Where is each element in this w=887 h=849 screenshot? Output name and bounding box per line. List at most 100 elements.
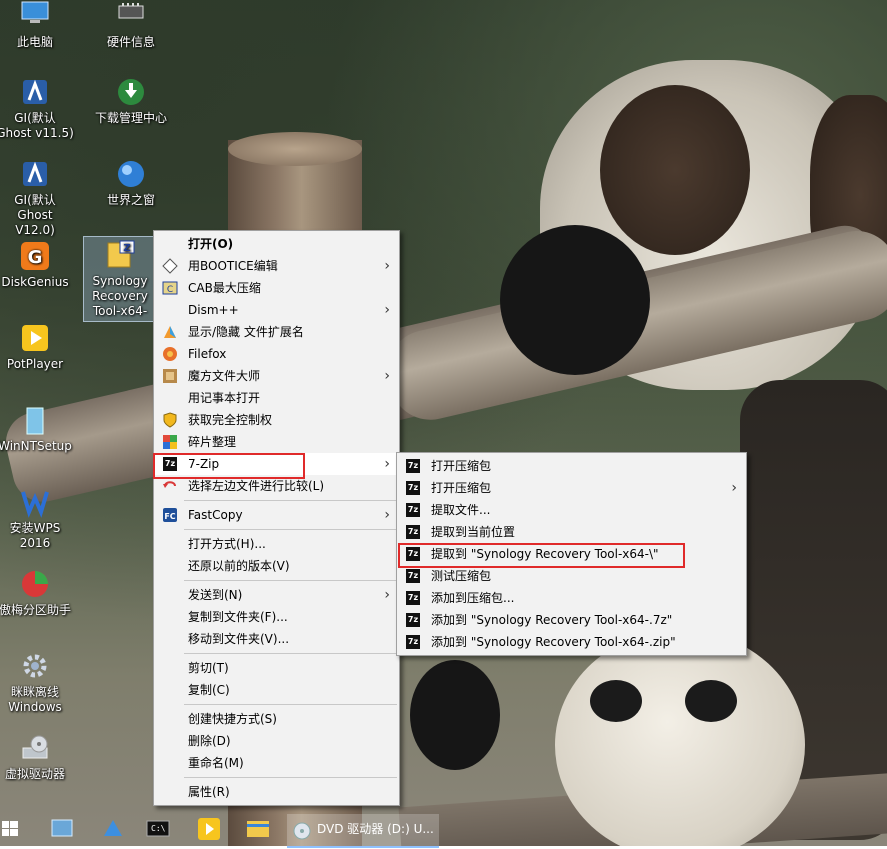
taskbar-explorer-button[interactable]: [245, 810, 271, 846]
menu-item-open[interactable]: 打开(O): [154, 233, 399, 255]
svg-text:G: G: [28, 247, 43, 268]
chevron-right-icon: ›: [384, 456, 390, 472]
chevron-right-icon: ›: [384, 368, 390, 384]
desktop-icon-this-pc[interactable]: 此电脑: [0, 0, 74, 50]
menu-item-7zip[interactable]: 7z 7-Zip ›: [154, 453, 399, 475]
mofang-icon: [162, 368, 178, 384]
shield-icon: [162, 412, 178, 428]
computer-icon: [19, 0, 51, 32]
menu-item-restore-versions[interactable]: 还原以前的版本(V): [154, 555, 399, 577]
start-button[interactable]: [0, 810, 24, 846]
menu-item-create-shortcut[interactable]: 创建快捷方式(S): [154, 708, 399, 730]
desktop-icon-offline-windows[interactable]: 眯眯离线 Windows: [0, 650, 74, 715]
extension-icon: [162, 324, 178, 340]
menu-item-bootice[interactable]: 用BOOTICE编辑 ›: [154, 255, 399, 277]
desktop-icon-winntsetup[interactable]: WinNTSetup: [0, 404, 74, 454]
7zip-icon: 7z: [405, 524, 421, 540]
desktop-icon-hardware-info[interactable]: 硬件信息: [92, 0, 170, 50]
taskbar: C:\ DVD 驱动器 (D:) U...: [0, 810, 887, 848]
submenu-item-open-archive-sub[interactable]: 7z 打开压缩包 ›: [397, 477, 746, 499]
menu-item-properties[interactable]: 属性(R): [154, 781, 399, 803]
menu-item-take-ownership[interactable]: 获取完全控制权: [154, 409, 399, 431]
cab-icon: C: [162, 280, 178, 296]
menu-separator: [184, 529, 397, 530]
desktop-icon-theworld-browser[interactable]: 世界之窗: [92, 158, 170, 208]
submenu-item-extract-to-folder[interactable]: 7z 提取到 "Synology Recovery Tool-x64-\": [397, 543, 746, 565]
start-icon: [2, 821, 18, 836]
7zip-icon: 7z: [405, 612, 421, 628]
desktop-icon-synology-archive[interactable]: Z Synology Recovery Tool-x64-: [83, 236, 157, 322]
submenu-item-extract-here[interactable]: 7z 提取到当前位置: [397, 521, 746, 543]
svg-text:C: C: [167, 285, 173, 295]
submenu-item-add-to-archive[interactable]: 7z 添加到压缩包...: [397, 587, 746, 609]
chevron-right-icon: ›: [384, 302, 390, 318]
chevron-right-icon: ›: [384, 258, 390, 274]
menu-item-open-with[interactable]: 打开方式(H)...: [154, 533, 399, 555]
7zip-icon: 7z: [405, 546, 421, 562]
winntsetup-icon: [19, 404, 51, 436]
menu-item-compare[interactable]: 选择左边文件进行比较(L): [154, 475, 399, 497]
menu-item-cut[interactable]: 剪切(T): [154, 657, 399, 679]
desktop-icon-potplayer[interactable]: PotPlayer: [0, 322, 74, 372]
partition-icon: [19, 568, 51, 600]
submenu-item-open-archive[interactable]: 7z 打开压缩包: [397, 455, 746, 477]
menu-item-cab-compress[interactable]: C CAB最大压缩: [154, 277, 399, 299]
desktop-icon-ghost-v11[interactable]: GI(默认 Ghost v11.5): [0, 76, 74, 141]
menu-item-send-to[interactable]: 发送到(N) ›: [154, 584, 399, 606]
7zip-icon: 7z: [405, 502, 421, 518]
context-menu: 打开(O) 用BOOTICE编辑 › C CAB最大压缩 Dism++ › 显示/隐…: [153, 230, 400, 806]
desktop-icon-wps[interactable]: 安装WPS 2016: [0, 486, 74, 551]
menu-item-dism[interactable]: Dism++ ›: [154, 299, 399, 321]
menu-item-copy-to-folder[interactable]: 复制到文件夹(F)...: [154, 606, 399, 628]
gear-icon: [19, 650, 51, 682]
cmd-icon: C:\: [146, 820, 170, 837]
virtual-drive-icon: [19, 732, 51, 764]
menu-item-fastcopy[interactable]: FC FastCopy ›: [154, 504, 399, 526]
desktop-icon-virtual-drive[interactable]: 虚拟驱动器: [0, 732, 74, 782]
taskbar-app-button[interactable]: [100, 810, 126, 846]
menu-separator: [184, 580, 397, 581]
potplayer-icon: [19, 322, 51, 354]
menu-item-filefox[interactable]: Filefox: [154, 343, 399, 365]
submenu-item-test-archive[interactable]: 7z 测试压缩包: [397, 565, 746, 587]
menu-item-rename[interactable]: 重命名(M): [154, 752, 399, 774]
fastcopy-icon: FC: [162, 507, 178, 523]
download-icon: [115, 76, 147, 108]
network-icon: [51, 819, 73, 837]
svg-text:C:\: C:\: [151, 824, 166, 833]
7zip-icon: 7z: [405, 568, 421, 584]
menu-item-defrag[interactable]: 碎片整理: [154, 431, 399, 453]
submenu-item-extract-files[interactable]: 7z 提取文件...: [397, 499, 746, 521]
taskbar-cmd-button[interactable]: C:\: [145, 810, 171, 846]
submenu-item-add-to-zip[interactable]: 7z 添加到 "Synology Recovery Tool-x64-.zip": [397, 631, 746, 653]
filefox-icon: [162, 346, 178, 362]
menu-separator: [184, 704, 397, 705]
menu-item-mofang[interactable]: 魔方文件大师 ›: [154, 365, 399, 387]
desktop-icon-download-center[interactable]: 下载管理中心: [92, 76, 170, 126]
7zip-icon: 7z: [405, 590, 421, 606]
menu-item-delete[interactable]: 删除(D): [154, 730, 399, 752]
menu-item-move-to-folder[interactable]: 移动到文件夹(V)...: [154, 628, 399, 650]
7zip-icon: 7z: [405, 480, 421, 496]
7zip-icon: 7z: [405, 634, 421, 650]
ghost-icon: [19, 158, 51, 190]
drive-icon: [293, 821, 311, 839]
defrag-icon: [162, 434, 178, 450]
submenu-item-add-to-7z[interactable]: 7z 添加到 "Synology Recovery Tool-x64-.7z": [397, 609, 746, 631]
explorer-icon: [247, 821, 269, 837]
potplayer-icon: [198, 818, 220, 840]
menu-item-notepad[interactable]: 用记事本打开: [154, 387, 399, 409]
app-icon: [104, 820, 122, 836]
taskbar-network-button[interactable]: [49, 810, 75, 846]
chevron-right-icon: ›: [731, 480, 737, 496]
menu-item-copy[interactable]: 复制(C): [154, 679, 399, 701]
taskbar-potplayer-button[interactable]: [196, 810, 222, 846]
desktop-icon-ghost-v12[interactable]: GI(默认 Ghost V12.0): [0, 158, 74, 238]
bootice-icon: [162, 258, 178, 274]
menu-item-toggle-extension[interactable]: 显示/隐藏 文件扩展名: [154, 321, 399, 343]
taskbar-window-dvd-drive[interactable]: DVD 驱动器 (D:) U...: [287, 814, 439, 848]
desktop-icon-diskgenius[interactable]: G DiskGenius: [0, 240, 74, 290]
desktop-wallpaper: [0, 0, 887, 846]
diskgenius-icon: G: [19, 240, 51, 272]
desktop-icon-partition-assistant[interactable]: 傲梅分区助手: [0, 568, 74, 618]
